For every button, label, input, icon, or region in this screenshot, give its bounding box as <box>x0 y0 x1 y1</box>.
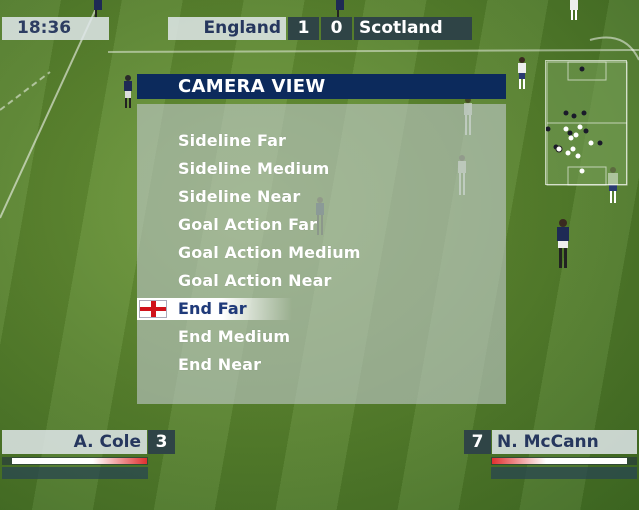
left-stamina-fill <box>12 458 147 464</box>
menu-item-end-far-label: End Far <box>178 299 247 318</box>
right-secondary-bar <box>491 467 637 479</box>
away-score: 0 <box>321 17 352 40</box>
away-team-name: Scotland <box>354 17 472 40</box>
england-flag-icon <box>139 300 167 318</box>
home-team-name: England <box>168 17 286 40</box>
radar-markings <box>545 61 628 186</box>
menu-item-goal-action-near[interactable]: Goal Action Near <box>178 270 331 292</box>
match-clock: 18:36 <box>2 17 109 40</box>
scoreboard: England 1 0 Scotland <box>168 17 472 40</box>
menu-item-goal-action-far[interactable]: Goal Action Far <box>178 214 317 236</box>
right-player-name: N. McCann <box>492 430 637 454</box>
menu-title: CAMERA VIEW <box>137 74 506 99</box>
left-player-name: A. Cole <box>2 430 147 454</box>
menu-item-end-medium[interactable]: End Medium <box>178 326 290 348</box>
home-score: 1 <box>288 17 319 40</box>
right-stamina-bar <box>491 457 637 465</box>
right-stamina-fill <box>492 458 627 464</box>
radar-minimap <box>545 60 628 186</box>
left-player-number: 3 <box>148 430 175 454</box>
menu-item-sideline-medium[interactable]: Sideline Medium <box>178 158 329 180</box>
menu-item-sideline-far[interactable]: Sideline Far <box>178 130 286 152</box>
left-secondary-bar <box>2 467 148 479</box>
camera-view-menu: Sideline Far Sideline Medium Sideline Ne… <box>137 104 506 404</box>
menu-item-goal-action-medium[interactable]: Goal Action Medium <box>178 242 361 264</box>
menu-item-sideline-near[interactable]: Sideline Near <box>178 186 300 208</box>
menu-item-end-near[interactable]: End Near <box>178 354 261 376</box>
menu-item-end-far[interactable]: End Far <box>137 298 292 320</box>
left-stamina-bar <box>2 457 148 465</box>
right-player-number: 7 <box>464 430 491 454</box>
